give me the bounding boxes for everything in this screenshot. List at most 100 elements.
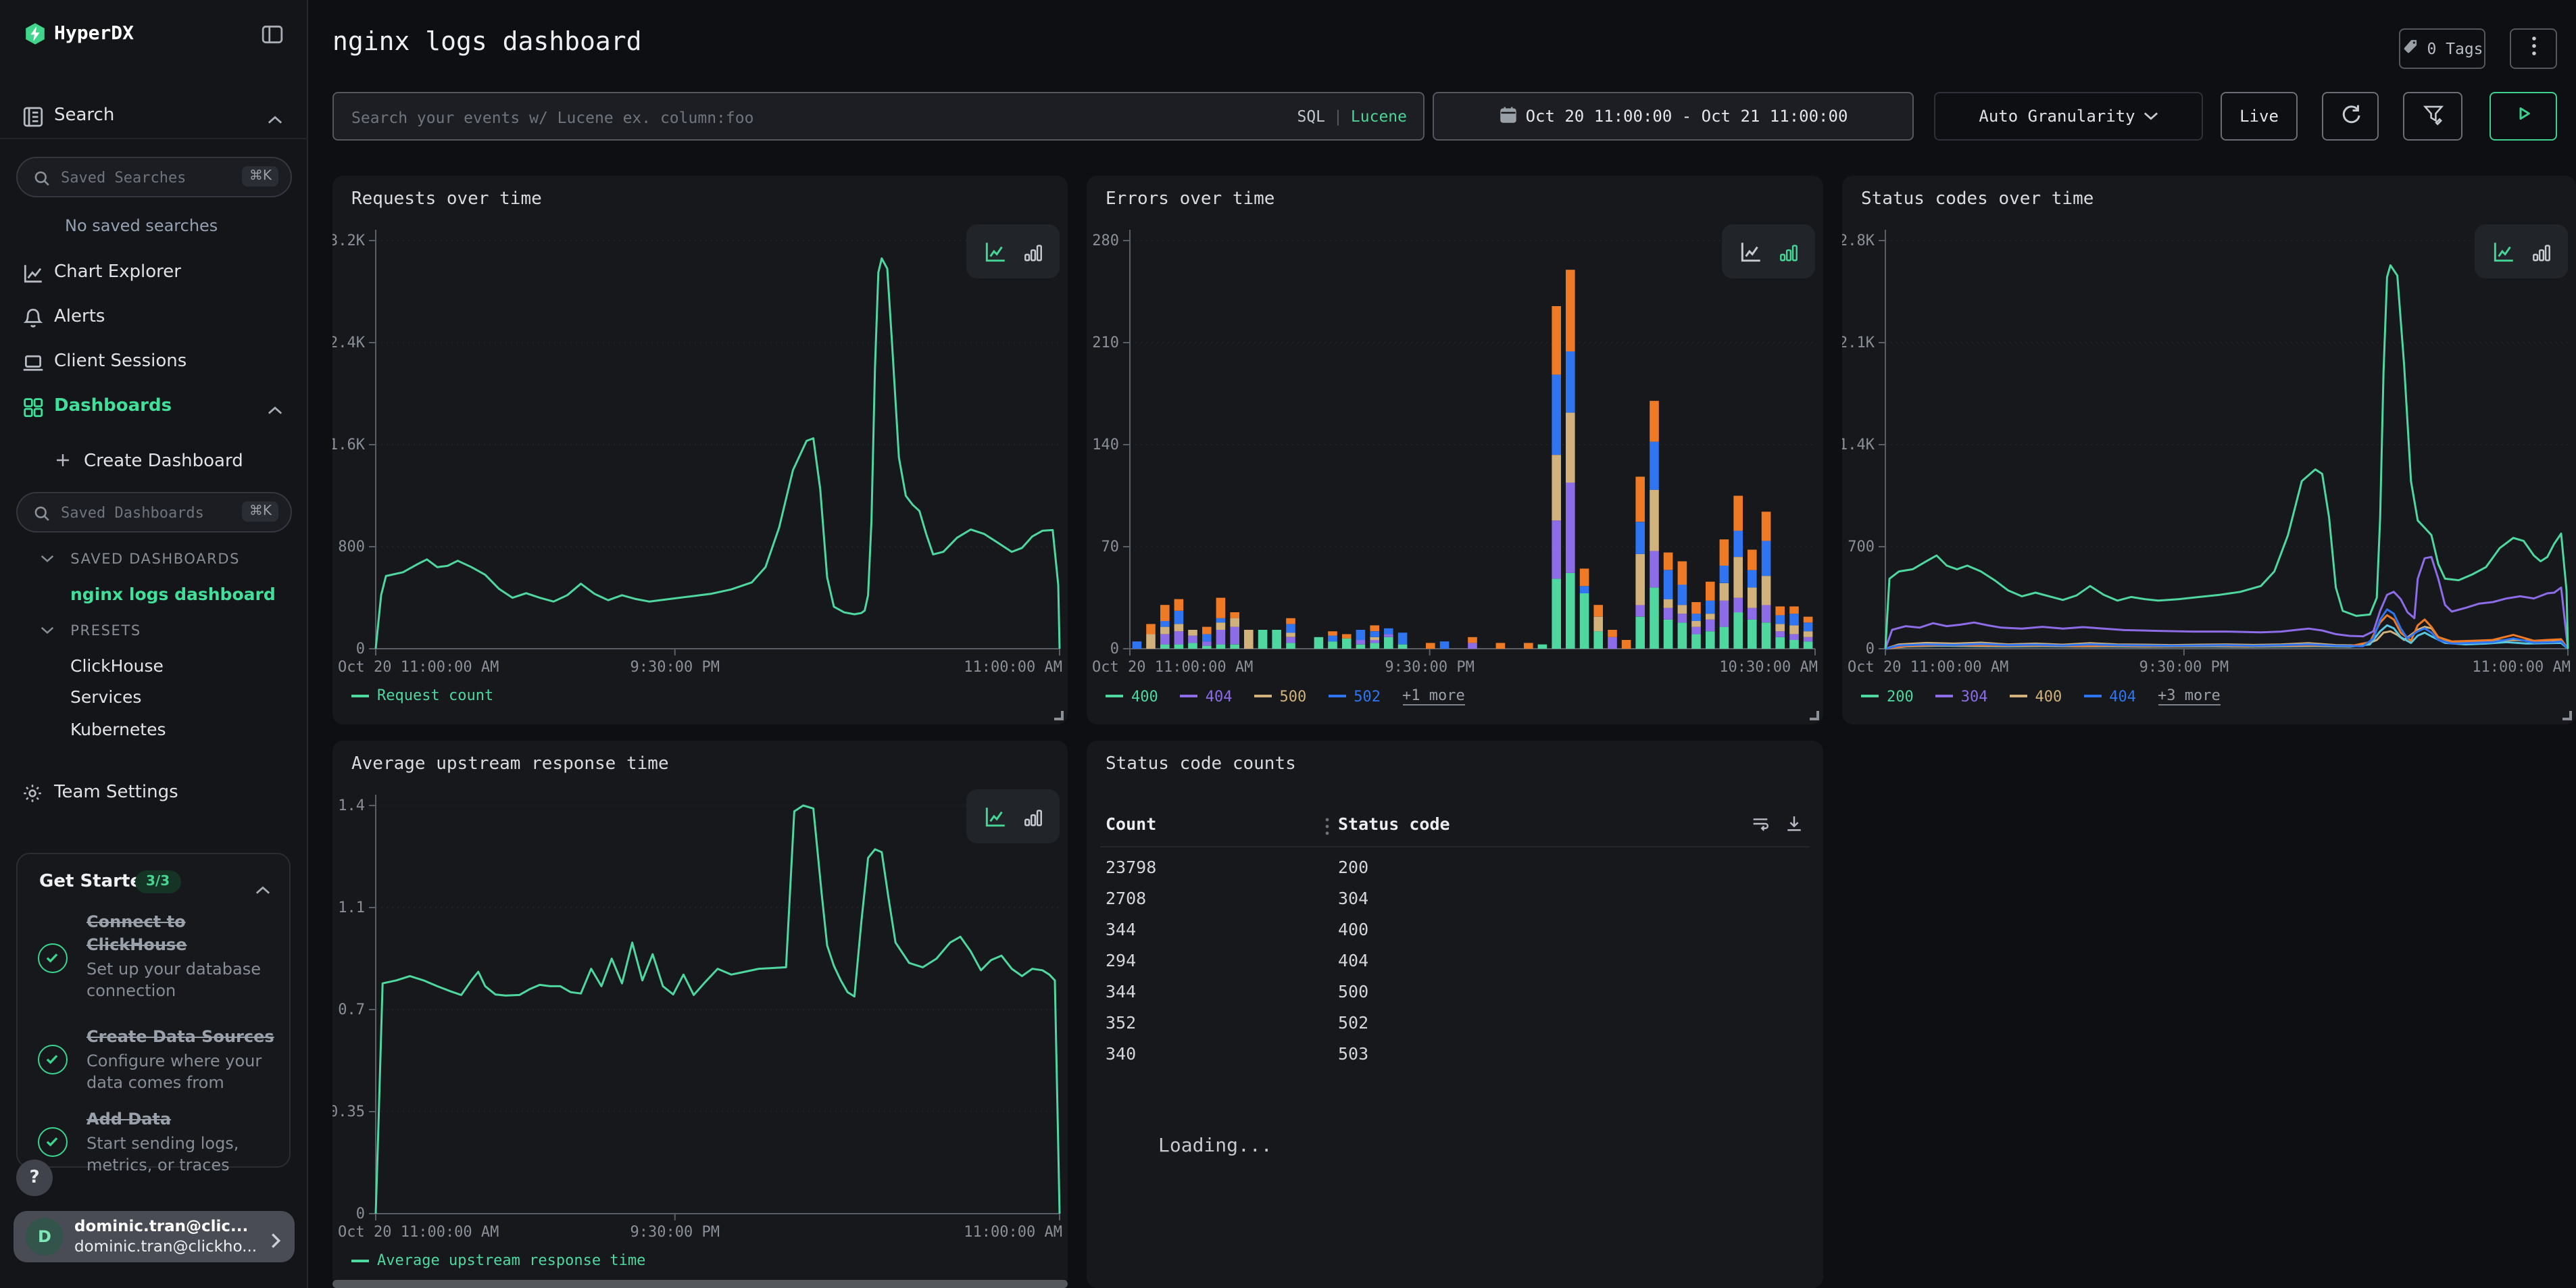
svg-text:11:00:00 AM: 11:00:00 AM: [964, 659, 1062, 676]
brand-row: HyperDX: [0, 19, 307, 51]
avg-response-chart[interactable]: 00.350.71.11.4Oct 20 11:00:00 AM9:30:00 …: [332, 741, 1068, 1288]
errors-chart[interactable]: 070140210280Oct 20 11:00:00 AM9:30:00 PM…: [1087, 176, 1823, 724]
live-button[interactable]: Live: [2221, 92, 2298, 141]
section-saved-dashboards[interactable]: SAVED DASHBOARDS: [41, 551, 240, 568]
legend-item[interactable]: 404: [1180, 687, 1233, 705]
table-row[interactable]: 294404: [1087, 950, 1823, 983]
search-icon: [32, 503, 51, 528]
svg-text:700: 700: [1848, 539, 1875, 555]
sidebar-dashboard-nginx-logs[interactable]: nginx logs dashboard: [70, 584, 276, 604]
bar-chart-toggle-icon[interactable]: [1021, 240, 1044, 263]
status-codes-chart[interactable]: 07001.4K2.1K2.8KOct 20 11:00:00 AM9:30:0…: [1842, 176, 2576, 724]
granularity-select[interactable]: Auto Granularity: [1934, 92, 2203, 141]
requests-chart[interactable]: 08001.6K2.4K3.2KOct 20 11:00:00 AM9:30:0…: [332, 176, 1068, 724]
column-header-status-code[interactable]: Status code: [1338, 814, 1450, 834]
calendar-icon: [1499, 105, 1518, 128]
sidebar-item-alerts[interactable]: Alerts: [0, 301, 307, 337]
resize-handle[interactable]: [2562, 711, 2572, 720]
table-row[interactable]: 352502: [1087, 1012, 1823, 1045]
tags-button[interactable]: 0 Tags: [2399, 28, 2485, 69]
legend-item[interactable]: 500: [1254, 687, 1307, 705]
create-dashboard-button[interactable]: Create Dashboard: [0, 446, 307, 481]
panel-menu-button[interactable]: [2510, 28, 2557, 69]
svg-text:Oct 20 11:00:00 AM: Oct 20 11:00:00 AM: [1092, 659, 1253, 676]
line-chart-toggle-icon[interactable]: [2490, 239, 2516, 264]
legend-item[interactable]: 200: [1861, 687, 1914, 705]
line-chart-toggle-icon[interactable]: [1737, 239, 1763, 264]
user-menu[interactable]: D dominic.tran@clic... dominic.tran@clic…: [14, 1211, 295, 1262]
sidebar-item-search[interactable]: Search: [0, 100, 307, 135]
date-range-picker[interactable]: Oct 20 11:00:00 - Oct 21 11:00:00: [1433, 92, 1914, 141]
legend-item[interactable]: 304: [1935, 687, 1988, 705]
filter-button[interactable]: [2403, 92, 2462, 141]
legend-more-link[interactable]: +3 more: [2158, 687, 2221, 705]
saved-dashboards-input[interactable]: Saved Dashboards ⌘K: [16, 492, 292, 532]
tag-icon: [2401, 38, 2419, 59]
bar-chart-toggle-icon[interactable]: [1777, 240, 1800, 263]
preset-kubernetes[interactable]: Kubernetes: [70, 719, 166, 739]
panel-status-codes-over-time: 07001.4K2.1K2.8KOct 20 11:00:00 AM9:30:0…: [1842, 176, 2576, 724]
table-row[interactable]: 23798200: [1087, 857, 1823, 889]
search-placeholder: Search your events w/ Lucene ex. column:…: [351, 108, 753, 127]
bar-chart-toggle-icon[interactable]: [1021, 805, 1044, 828]
saved-searches-input[interactable]: Saved Searches ⌘K: [16, 157, 292, 197]
legend-item[interactable]: 400: [1106, 687, 1158, 705]
kebab-icon: [2531, 35, 2536, 62]
svg-text:0: 0: [356, 1206, 365, 1222]
chevron-down-icon: [41, 551, 54, 568]
resize-handle[interactable]: [1054, 711, 1064, 720]
sidebar-item-chart-explorer[interactable]: Chart Explorer: [0, 257, 307, 292]
line-chart-toggle-icon[interactable]: [982, 803, 1008, 829]
column-drag-handle[interactable]: [1324, 816, 1330, 838]
search-input[interactable]: Search your events w/ Lucene ex. column:…: [332, 92, 1425, 141]
sidebar-item-client-sessions[interactable]: Client Sessions: [0, 346, 307, 381]
legend-item[interactable]: Average upstream response time: [351, 1252, 645, 1269]
preset-clickhouse[interactable]: ClickHouse: [70, 655, 164, 676]
sql-toggle[interactable]: SQL: [1297, 107, 1325, 126]
table-row[interactable]: 344500: [1087, 981, 1823, 1014]
plus-icon: [54, 451, 72, 474]
horizontal-scrollbar[interactable]: [332, 1280, 1068, 1288]
legend-item[interactable]: 502: [1328, 687, 1381, 705]
resize-handle[interactable]: [1810, 711, 1819, 720]
check-circle-icon: [38, 1045, 68, 1074]
run-query-button[interactable]: [2490, 92, 2557, 141]
panel-title: Requests over time: [351, 189, 542, 209]
svg-text:280: 280: [1092, 232, 1119, 249]
avatar: D: [26, 1218, 64, 1256]
refresh-icon: [2339, 102, 2362, 130]
legend-item[interactable]: 404: [2083, 687, 2136, 705]
svg-text:11:00:00 AM: 11:00:00 AM: [2472, 659, 2571, 676]
lucene-toggle[interactable]: Lucene: [1351, 107, 1407, 126]
wrap-text-icon[interactable]: [1750, 814, 1770, 838]
chart-type-toggle: [2475, 224, 2568, 278]
legend-more-link[interactable]: +1 more: [1402, 687, 1465, 705]
refresh-button[interactable]: [2322, 92, 2379, 141]
svg-text:9:30:00 PM: 9:30:00 PM: [1385, 659, 1474, 676]
table-row[interactable]: 344400: [1087, 919, 1823, 951]
svg-text:1.4K: 1.4K: [1842, 437, 1875, 453]
brand-name: HyperDX: [54, 23, 134, 45]
sidebar: HyperDX Search Saved Searches ⌘K No save…: [0, 0, 308, 1288]
section-presets[interactable]: PRESETS: [41, 623, 141, 639]
sidebar-item-label: Search: [54, 105, 114, 126]
sidebar-item-dashboards[interactable]: Dashboards: [0, 391, 307, 426]
legend-item[interactable]: Request count: [351, 687, 493, 704]
legend-item[interactable]: 400: [2010, 687, 2062, 705]
bar-chart-toggle-icon[interactable]: [2529, 240, 2552, 263]
column-header-count[interactable]: Count: [1106, 814, 1156, 834]
chart-type-toggle: [966, 789, 1060, 843]
help-button[interactable]: ?: [16, 1160, 53, 1196]
chart-legend: Request count: [351, 687, 493, 704]
panel-avg-upstream-response: 00.350.71.11.4Oct 20 11:00:00 AM9:30:00 …: [332, 741, 1068, 1288]
table-row[interactable]: 340503: [1087, 1043, 1823, 1076]
download-icon[interactable]: [1784, 814, 1804, 838]
svg-text:Oct 20 11:00:00 AM: Oct 20 11:00:00 AM: [338, 1224, 499, 1241]
sidebar-item-team-settings[interactable]: Team Settings: [0, 777, 307, 812]
sidebar-collapse-icon[interactable]: [261, 23, 284, 51]
table-row[interactable]: 2708304: [1087, 888, 1823, 920]
preset-services[interactable]: Services: [70, 687, 141, 707]
line-chart-toggle-icon[interactable]: [982, 239, 1008, 264]
search-icon: [32, 168, 51, 193]
chevron-up-icon[interactable]: [255, 876, 270, 901]
